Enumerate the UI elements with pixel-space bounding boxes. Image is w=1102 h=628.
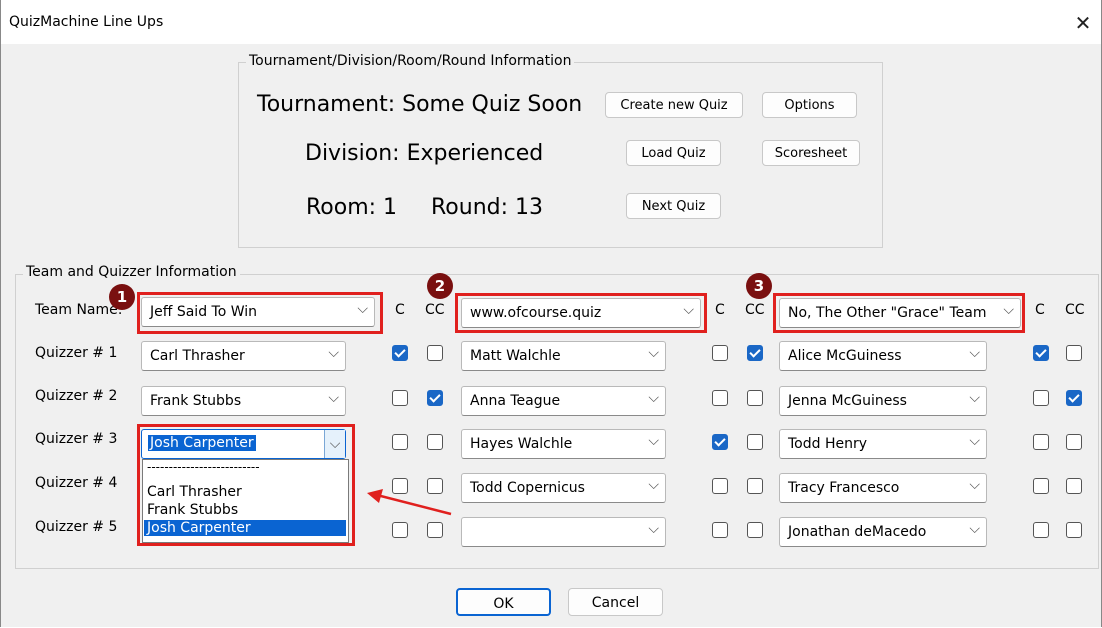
team-3-quizzer-3-c-checkbox[interactable] <box>1033 434 1049 450</box>
room-label: Room: 1 <box>306 195 398 220</box>
team-3-quizzer-3-value: Todd Henry <box>788 436 868 452</box>
scoresheet-button[interactable]: Scoresheet <box>762 140 860 166</box>
tournament-group-legend: Tournament/Division/Room/Round Informati… <box>246 53 575 69</box>
team-1-quizzer-3-c-checkbox[interactable] <box>392 434 408 450</box>
create-new-quiz-button[interactable]: Create new Quiz <box>605 92 743 118</box>
annotation-box-dropdown <box>137 424 355 546</box>
team-1-quizzer-1-value: Carl Thrasher <box>150 348 245 364</box>
team-3-quizzer-2-value: Jenna McGuiness <box>788 393 907 409</box>
team-3-quizzer-5-combo[interactable]: Jonathan deMacedo ⌵ <box>779 517 987 547</box>
team-3-quizzer-2-cc-checkbox[interactable] <box>1066 390 1082 406</box>
team-3-c-header: C <box>1035 302 1045 318</box>
team-3-quizzer-5-value: Jonathan deMacedo <box>788 524 927 540</box>
chevron-down-icon: ⌵ <box>969 345 980 361</box>
quizzer-2-label: Quizzer # 2 <box>35 388 118 404</box>
division-label: Division: Experienced <box>305 141 544 166</box>
chevron-down-icon: ⌵ <box>969 433 980 449</box>
team-3-quizzer-4-c-checkbox[interactable] <box>1033 478 1049 494</box>
quizzer-3-label: Quizzer # 3 <box>35 431 118 447</box>
team-3-quizzer-1-combo[interactable]: Alice McGuiness ⌵ <box>779 341 987 371</box>
team-group-legend: Team and Quizzer Information <box>23 264 240 280</box>
team-2-quizzer-3-value: Hayes Walchle <box>470 436 573 452</box>
chevron-down-icon: ⌵ <box>969 390 980 406</box>
team-2-quizzer-4-value: Todd Copernicus <box>470 480 585 496</box>
team-3-quizzer-1-cc-checkbox[interactable] <box>1066 345 1082 361</box>
chevron-down-icon: ⌵ <box>969 521 980 537</box>
load-quiz-button[interactable]: Load Quiz <box>626 140 721 166</box>
team-2-quizzer-3-c-checkbox[interactable] <box>712 434 728 450</box>
team-2-c-header: C <box>715 302 725 318</box>
team-1-cc-header: CC <box>425 302 445 318</box>
quizzer-5-label: Quizzer # 5 <box>35 519 118 535</box>
team-2-quizzer-2-combo[interactable]: Anna Teague ⌵ <box>461 386 666 416</box>
dialog-window: QuizMachine Line Ups ✕ Tournament/Divisi… <box>0 0 1102 627</box>
chevron-down-icon: ⌵ <box>648 433 659 449</box>
ok-button[interactable]: OK <box>456 588 551 616</box>
annotation-marker-3: 3 <box>746 273 772 299</box>
team-2-quizzer-3-combo[interactable]: Hayes Walchle ⌵ <box>461 429 666 459</box>
chevron-down-icon: ⌵ <box>648 521 659 537</box>
team-2-quizzer-5-combo[interactable]: ⌵ <box>461 517 666 547</box>
team-3-quizzer-4-combo[interactable]: Tracy Francesco ⌵ <box>779 473 987 503</box>
annotation-box-team-3 <box>773 293 1025 333</box>
team-2-quizzer-1-cc-checkbox[interactable] <box>747 345 763 361</box>
team-3-quizzer-1-c-checkbox[interactable] <box>1033 345 1049 361</box>
team-2-quizzer-5-cc-checkbox[interactable] <box>747 522 763 538</box>
annotation-box-team-2 <box>455 293 707 333</box>
team-2-cc-header: CC <box>745 302 765 318</box>
team-2-quizzer-1-combo[interactable]: Matt Walchle ⌵ <box>461 341 666 371</box>
team-2-quizzer-4-combo[interactable]: Todd Copernicus ⌵ <box>461 473 666 503</box>
annotation-marker-1: 1 <box>109 284 135 310</box>
chevron-down-icon: ⌵ <box>648 477 659 493</box>
team-1-c-header: C <box>395 302 405 318</box>
tournament-label: Tournament: Some Quiz Soon <box>257 92 583 117</box>
team-1-quizzer-1-cc-checkbox[interactable] <box>427 345 443 361</box>
team-3-quizzer-1-value: Alice McGuiness <box>788 348 902 364</box>
chevron-down-icon: ⌵ <box>328 390 339 406</box>
team-3-quizzer-2-c-checkbox[interactable] <box>1033 390 1049 406</box>
chevron-down-icon: ⌵ <box>648 390 659 406</box>
team-2-quizzer-4-c-checkbox[interactable] <box>712 478 728 494</box>
team-3-quizzer-5-cc-checkbox[interactable] <box>1066 522 1082 538</box>
team-2-quizzer-2-value: Anna Teague <box>470 393 561 409</box>
team-2-quizzer-1-value: Matt Walchle <box>470 348 561 364</box>
annotation-arrow <box>367 489 452 516</box>
team-2-quizzer-3-cc-checkbox[interactable] <box>747 434 763 450</box>
team-1-quizzer-1-combo[interactable]: Carl Thrasher ⌵ <box>141 341 346 371</box>
team-1-quizzer-2-cc-checkbox[interactable] <box>427 390 443 406</box>
team-1-quizzer-3-cc-checkbox[interactable] <box>427 434 443 450</box>
next-quiz-button[interactable]: Next Quiz <box>626 193 721 219</box>
quizzer-1-label: Quizzer # 1 <box>35 345 118 361</box>
team-2-quizzer-2-cc-checkbox[interactable] <box>747 390 763 406</box>
team-1-quizzer-1-c-checkbox[interactable] <box>392 345 408 361</box>
team-2-quizzer-2-c-checkbox[interactable] <box>712 390 728 406</box>
team-2-quizzer-4-cc-checkbox[interactable] <box>747 478 763 494</box>
team-3-quizzer-4-cc-checkbox[interactable] <box>1066 478 1082 494</box>
team-3-quizzer-3-combo[interactable]: Todd Henry ⌵ <box>779 429 987 459</box>
team-3-quizzer-5-c-checkbox[interactable] <box>1033 522 1049 538</box>
team-3-quizzer-4-value: Tracy Francesco <box>788 480 900 496</box>
options-button[interactable]: Options <box>762 92 857 118</box>
round-label: Round: 13 <box>431 195 544 220</box>
team-1-quizzer-2-c-checkbox[interactable] <box>392 390 408 406</box>
chevron-down-icon: ⌵ <box>969 477 980 493</box>
annotation-marker-2: 2 <box>427 273 453 299</box>
title-bar: QuizMachine Line Ups ✕ <box>1 0 1101 44</box>
window-title: QuizMachine Line Ups <box>9 14 164 30</box>
chevron-down-icon: ⌵ <box>328 345 339 361</box>
team-3-quizzer-3-cc-checkbox[interactable] <box>1066 434 1082 450</box>
chevron-down-icon: ⌵ <box>648 345 659 361</box>
team-1-quizzer-2-value: Frank Stubbs <box>150 393 242 409</box>
cancel-button[interactable]: Cancel <box>568 588 663 616</box>
team-2-quizzer-5-c-checkbox[interactable] <box>712 522 728 538</box>
team-2-quizzer-1-c-checkbox[interactable] <box>712 345 728 361</box>
team-3-quizzer-2-combo[interactable]: Jenna McGuiness ⌵ <box>779 386 987 416</box>
close-icon[interactable]: ✕ <box>1065 6 1101 40</box>
annotation-box-team-1 <box>137 292 383 334</box>
team-3-cc-header: CC <box>1065 302 1085 318</box>
quizzer-4-label: Quizzer # 4 <box>35 475 118 491</box>
team-name-label: Team Name: <box>35 302 123 318</box>
team-1-quizzer-2-combo[interactable]: Frank Stubbs ⌵ <box>141 386 346 416</box>
